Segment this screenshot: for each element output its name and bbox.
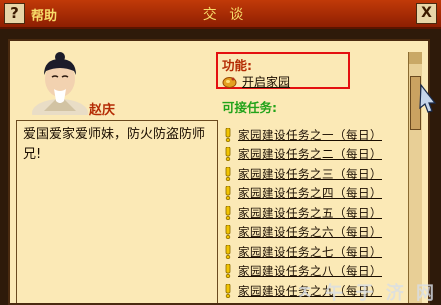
cursor-pointer-icon [419,83,437,113]
task-link[interactable]: 家园建设任务之二（每日） [238,146,382,162]
npc-name: 赵庆 [89,103,116,118]
exclamation-icon [225,127,231,142]
exclamation-icon [225,264,231,279]
exclamation-icon [225,166,231,181]
help-button[interactable]: 帮助 [31,5,57,24]
close-button[interactable]: X [416,3,437,24]
watermark: ㅈ 午 于 济 网 [296,283,437,304]
task-link[interactable]: 家园建设任务之一（每日） [238,127,382,143]
task-link[interactable]: 家园建设任务之六（每日） [238,224,382,240]
task-link[interactable]: 家园建设任务之八（每日） [238,263,382,279]
window-title: 交 谈 [202,7,248,23]
gourd-icon [222,77,237,88]
task-link[interactable]: 家园建设任务之五（每日） [238,205,382,221]
task-item[interactable]: 家园建设任务之五（每日） [224,203,404,223]
task-link[interactable]: 家园建设任务之七（每日） [238,244,382,260]
exclamation-icon [225,283,231,298]
npc-portrait [32,52,88,115]
task-item[interactable]: 家园建设任务之一（每日） [224,125,404,145]
task-list: 家园建设任务之一（每日） 家园建设任务之二（每日） 家园建设任务之三（每日） 家… [224,125,404,301]
task-item[interactable]: 家园建设任务之二（每日） [224,145,404,165]
task-item[interactable]: 家园建设任务之六（每日） [224,223,404,243]
title-bar: ? 帮助 交 谈 X [0,0,441,29]
task-item[interactable]: 家园建设任务之四（每日） [224,184,404,204]
dialog-frame: 赵庆 爱国爱家爱师妹，防火防盗防师兄! 功能: 开启家园 可接任务: 家园建设任… [0,29,441,305]
dialog-panel: 赵庆 爱国爱家爱师妹，防火防盗防师兄! 功能: 开启家园 可接任务: 家园建设任… [8,39,430,305]
scroll-up-button[interactable] [409,52,422,64]
functions-title: 功能: [222,58,252,73]
task-link[interactable]: 家园建设任务之三（每日） [238,166,382,182]
functions-highlight: 功能: 开启家园 [216,52,350,89]
task-link[interactable]: 家园建设任务之四（每日） [238,185,382,201]
exclamation-icon [225,147,231,162]
tasks-title: 可接任务: [222,100,277,115]
exclamation-icon [225,225,231,240]
exclamation-icon [225,186,231,201]
npc-dialogue: 爱国爱家爱师妹，防火防盗防师兄! [16,120,218,303]
help-icon[interactable]: ? [4,3,25,24]
function-open-home-label[interactable]: 开启家园 [242,73,290,90]
exclamation-icon [225,205,231,220]
exclamation-icon [225,244,231,259]
task-item[interactable]: 家园建设任务之三（每日） [224,164,404,184]
function-open-home[interactable]: 开启家园 [222,73,290,90]
task-item[interactable]: 家园建设任务之七（每日） [224,242,404,262]
